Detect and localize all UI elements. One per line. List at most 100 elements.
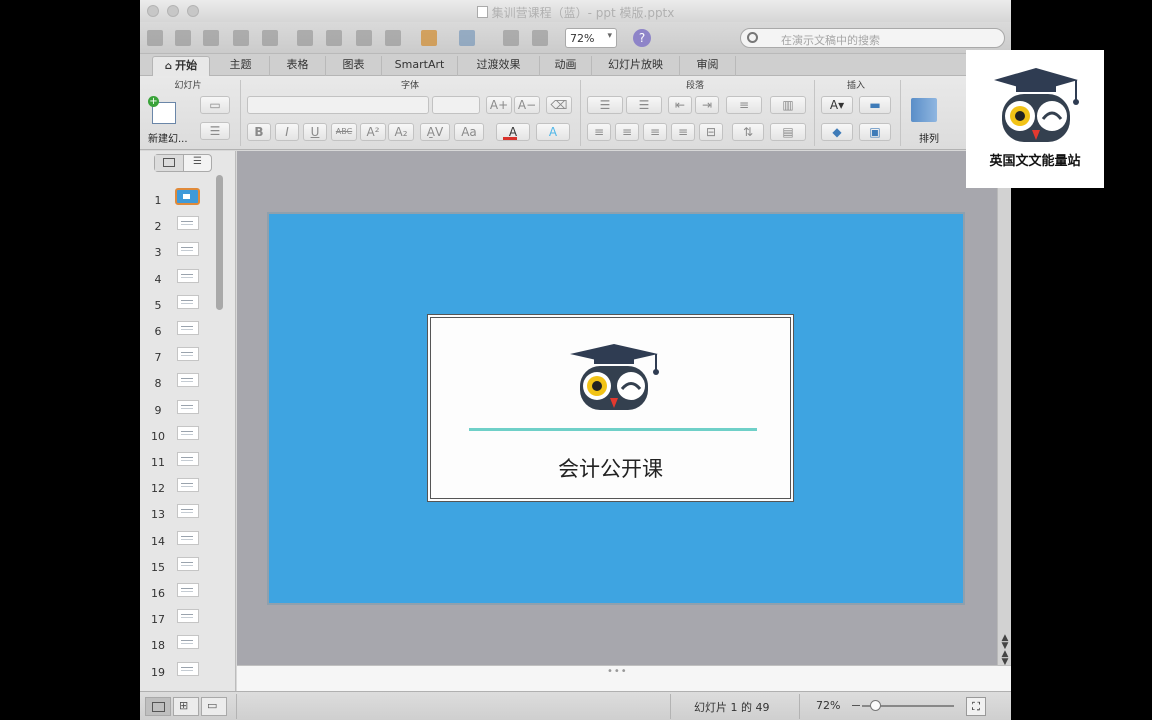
increase-indent-button[interactable]: ⇥ <box>695 96 719 114</box>
slide-thumbnail[interactable] <box>177 268 199 283</box>
slide-thumbnail-row[interactable]: 7 <box>140 344 220 370</box>
char-spacing-button[interactable]: A̱V <box>420 123 450 141</box>
line-spacing-button[interactable]: ≡ <box>726 96 762 114</box>
zoom-slider-thumb[interactable] <box>870 700 882 711</box>
slide-thumbnail[interactable] <box>177 478 199 493</box>
text-direction-button[interactable]: ⇅ <box>732 123 764 141</box>
align-right-button[interactable]: ≡ <box>643 123 667 141</box>
save-button[interactable] <box>230 27 252 49</box>
slide-thumbnail-row[interactable]: 2 <box>140 213 220 239</box>
text-box-button[interactable]: A▾ <box>821 96 853 114</box>
undo-button[interactable] <box>418 27 448 49</box>
media-button[interactable]: ▣ <box>859 123 891 141</box>
slide-thumbnail-row[interactable]: 14 <box>140 528 220 554</box>
slide-thumbnail[interactable] <box>177 373 199 388</box>
slide-1[interactable]: 会计公开课 <box>267 212 965 605</box>
underline-button[interactable]: U <box>303 123 327 141</box>
zoom-select[interactable]: 72% ▾ <box>565 28 617 48</box>
normal-view-button[interactable] <box>145 697 171 716</box>
shrink-font-button[interactable]: A− <box>514 96 540 114</box>
print-button[interactable] <box>259 27 281 49</box>
tab-smartart[interactable]: SmartArt <box>382 56 458 76</box>
slide-thumbnail[interactable] <box>175 188 200 205</box>
slide-thumbnail-row[interactable]: 13 <box>140 501 220 527</box>
font-name-field[interactable] <box>247 96 429 114</box>
redo-button[interactable] <box>456 27 486 49</box>
section-button[interactable]: ☰ <box>200 122 230 140</box>
slide-thumbnail[interactable] <box>177 530 199 545</box>
tab-slide-show[interactable]: 幻灯片放映 <box>592 56 680 76</box>
slide-thumbnail-row[interactable]: 9 <box>140 397 220 423</box>
shape-button[interactable]: ◆ <box>821 123 853 141</box>
gallery-button[interactable] <box>172 27 194 49</box>
clear-format-button[interactable]: ⌫ <box>546 96 572 114</box>
slide-thumbnail-row[interactable]: 10 <box>140 423 220 449</box>
slide-thumbnail-row[interactable]: 6 <box>140 318 220 344</box>
tab-review[interactable]: 审阅 <box>680 56 736 76</box>
slide-thumbnail[interactable] <box>177 216 199 231</box>
change-case-button[interactable]: Aa <box>454 123 484 141</box>
decrease-indent-button[interactable]: ⇤ <box>668 96 692 114</box>
slides-view-tab[interactable] <box>155 155 184 171</box>
slide-show-button[interactable]: ▭ <box>201 697 227 716</box>
slide-thumbnail[interactable] <box>177 425 199 440</box>
slide-thumbnail-row[interactable]: 3 <box>140 239 220 265</box>
layout-button[interactable]: ▭ <box>200 96 230 114</box>
slide-thumbnail[interactable] <box>177 504 199 519</box>
slide-thumbnail[interactable] <box>177 635 199 650</box>
help-button[interactable]: ? <box>633 29 651 47</box>
slide-thumbnail-row[interactable]: 8 <box>140 370 220 396</box>
slide-thumbnail-row[interactable]: 1 <box>140 187 220 213</box>
format-painter-button[interactable] <box>382 27 404 49</box>
panel-scrollbar[interactable] <box>216 175 223 310</box>
slide-thumbnail[interactable] <box>177 347 199 362</box>
fit-to-window-button[interactable]: ⛶ <box>966 697 986 716</box>
cut-button[interactable] <box>294 27 316 49</box>
scroll-arrows-icon[interactable]: ▲ ▼ ▲ ▼ <box>999 634 1011 667</box>
search-input[interactable]: 在演示文稿中的搜索 <box>740 28 1005 48</box>
slide-thumbnail-row[interactable]: 19 <box>140 659 220 685</box>
slide-title[interactable]: 会计公开课 <box>431 453 790 483</box>
font-size-field[interactable] <box>432 96 480 114</box>
superscript-button[interactable]: A² <box>360 123 386 141</box>
arrange-button[interactable] <box>908 96 942 126</box>
slide-thumbnail[interactable] <box>177 556 199 571</box>
paste-button[interactable] <box>353 27 375 49</box>
bold-button[interactable]: B <box>247 123 271 141</box>
justify-button[interactable]: ≡ <box>671 123 695 141</box>
slide-thumbnail-row[interactable]: 5 <box>140 292 220 318</box>
slide-thumbnail[interactable] <box>177 294 199 309</box>
tab-tables[interactable]: 表格 <box>270 56 326 76</box>
new-slide-button[interactable]: + <box>148 96 178 128</box>
strikethrough-button[interactable]: ABC <box>331 123 357 141</box>
font-color-button[interactable]: A <box>496 123 530 141</box>
new-document-button[interactable] <box>144 27 166 49</box>
numbering-button[interactable]: ☰ <box>626 96 662 114</box>
title-card[interactable]: 会计公开课 <box>427 314 794 502</box>
tab-transitions[interactable]: 过渡效果 <box>458 56 540 76</box>
italic-button[interactable]: I <box>275 123 299 141</box>
text-effects-button[interactable]: A <box>536 123 570 141</box>
toolbox-button[interactable] <box>529 27 551 49</box>
copy-button[interactable] <box>323 27 345 49</box>
slide-thumbnail-row[interactable]: 17 <box>140 606 220 632</box>
align-text-button[interactable]: ▤ <box>770 123 806 141</box>
sidebar-button[interactable] <box>500 27 522 49</box>
notes-resize-grip[interactable]: ••• <box>607 666 628 677</box>
distributed-button[interactable]: ⊟ <box>699 123 723 141</box>
slide-thumbnail[interactable] <box>177 583 199 597</box>
tab-home[interactable]: ⌂ 开始 <box>152 56 210 76</box>
canvas-vertical-scrollbar[interactable]: ▲ ▼ ▲ ▼ <box>997 151 1011 667</box>
slide-thumbnail-row[interactable]: 16 <box>140 580 220 606</box>
subscript-button[interactable]: A₂ <box>388 123 414 141</box>
slide-thumbnail[interactable] <box>177 452 199 466</box>
slide-thumbnail-row[interactable]: 4 <box>140 266 220 292</box>
slide-thumbnail-row[interactable]: 15 <box>140 554 220 580</box>
zoom-out-icon[interactable] <box>852 705 860 706</box>
outline-view-tab[interactable]: ☰ <box>184 155 213 171</box>
align-center-button[interactable]: ≡ <box>615 123 639 141</box>
slide-thumbnail[interactable] <box>177 609 199 624</box>
tab-themes[interactable]: 主题 <box>212 56 270 76</box>
slide-thumbnail[interactable] <box>177 242 199 257</box>
notes-pane[interactable]: ••• <box>237 665 1011 691</box>
